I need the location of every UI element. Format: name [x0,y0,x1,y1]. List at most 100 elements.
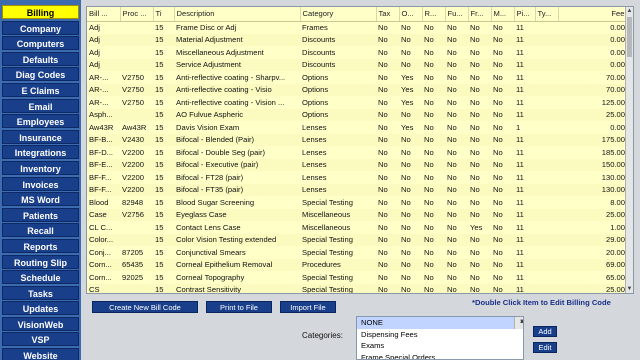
sidebar-item-updates[interactable]: Updates [2,301,79,316]
table-cell: No [399,58,422,71]
add-category-button[interactable]: Add [533,326,557,337]
table-row[interactable]: BF-F... V2200 15 Bifocal - FT35 (pair) Lense… [87,183,627,196]
column-header[interactable]: Category [300,7,377,22]
table-row[interactable]: Corn... 65435 15 Corneal Epithelium Removal… [87,258,627,271]
column-header[interactable]: Proc ... [120,7,154,22]
table-row[interactable]: AR-... V2750 15 Anti-reflective coating - V… [87,83,627,96]
table-cell [535,183,558,196]
table-row[interactable]: BF-F... V2200 15 Bifocal - FT28 (pair) Lense… [87,171,627,184]
table-row[interactable]: Adj 15 Material Adjustment Discounts No No No N… [87,33,627,46]
table-row[interactable]: Blood 82948 15 Blood Sugar Screening Special… [87,196,627,209]
table-cell: Adj [87,46,120,59]
sidebar-item-company[interactable]: Company [2,20,79,35]
table-row[interactable]: Adj 15 Service Adjustment Discounts No No No No… [87,58,627,71]
table-cell: Discounts [300,33,376,46]
table-cell: V2200 [120,146,153,159]
column-header[interactable]: O... [399,7,423,22]
sidebar-item-ms-word[interactable]: MS Word [2,192,79,207]
scroll-down-icon[interactable]: ▼ [515,317,523,329]
table-cell: AR-... [87,83,120,96]
table-cell [535,208,558,221]
table-cell: Adj [87,33,120,46]
sidebar-item-integrations[interactable]: Integrations [2,145,79,160]
scroll-thumb[interactable] [627,17,632,57]
sidebar-item-e-claims[interactable]: E Claims [2,82,79,97]
table-row[interactable]: CL C... 15 Contact Lens Case Miscellaneous N… [87,221,627,234]
table-row[interactable]: Aw43R Aw43R 15 Davis Vision Exam Lenses No Yes… [87,121,627,134]
sidebar-item-computers[interactable]: Computers [2,36,79,51]
table-cell: No [491,271,514,284]
scroll-down-icon[interactable]: ▼ [626,285,633,293]
table-row[interactable]: BF-B... V2430 15 Bifocal - Blended (Pair) Le… [87,133,627,146]
categories-list[interactable]: NONE Dispensing Fees Exams Frame Special Or… [356,316,524,360]
import-file-button[interactable]: Import File [280,301,336,313]
table-cell: 25.00 [558,208,627,221]
table-row[interactable]: Adj 15 Frame Disc or Adj Frames No No No No No No… [87,21,627,34]
sidebar-item-routing-slip[interactable]: Routing Slip [2,254,79,269]
table-row[interactable]: Conj... 87205 15 Conjunctival Smears Special… [87,246,627,259]
scroll-up-icon[interactable]: ▲ [626,7,633,15]
sidebar-item-reports[interactable]: Reports [2,238,79,253]
table-cell: No [376,58,399,71]
table-cell: No [376,108,399,121]
category-option[interactable]: NONE [357,317,523,329]
table-row[interactable]: AR-... V2750 15 Anti-reflective coating - S… [87,71,627,84]
category-option[interactable]: Frame Special Orders [357,352,523,360]
category-option[interactable]: Exams [357,340,523,352]
table-cell: Asph... [87,108,120,121]
table-cell: AR-... [87,71,120,84]
column-header[interactable]: Bill ... [87,7,121,22]
table-cell [535,233,558,246]
column-header[interactable]: M... [491,7,515,22]
sidebar-item-insurance[interactable]: Insurance [2,129,79,144]
sidebar-item-vsp[interactable]: VSP [2,332,79,347]
table-row[interactable]: Corn... 92025 15 Corneal Topography Special … [87,271,627,284]
column-header[interactable]: Pi... [514,7,536,22]
categories-scrollbar[interactable]: ▲ ▼ [514,317,523,329]
category-option[interactable]: Dispensing Fees [357,329,523,341]
column-header[interactable]: Fu... [445,7,469,22]
column-header[interactable]: Fee [558,7,628,22]
sidebar-item-recall[interactable]: Recall [2,223,79,238]
table-cell: Options [300,71,376,84]
sidebar-item-tasks[interactable]: Tasks [2,285,79,300]
table-row[interactable]: Adj 15 Miscellaneous Adjustment Discounts No… [87,46,627,59]
sidebar-item-employees[interactable]: Employees [2,114,79,129]
column-header[interactable]: Fr... [468,7,492,22]
table-cell: 11 [514,258,535,271]
sidebar-item-invoices[interactable]: Invoices [2,176,79,191]
create-bill-code-button[interactable]: Create New Bill Code [92,301,198,313]
column-header[interactable]: Ty... [535,7,559,22]
column-header[interactable]: R... [422,7,446,22]
sidebar-item-billing[interactable]: Billing [2,5,79,19]
edit-category-button[interactable]: Edit [533,342,557,353]
table-row[interactable]: BF-E... V2200 15 Bifocal - Executive (pair)… [87,158,627,171]
sidebar-item-schedule[interactable]: Schedule [2,270,79,285]
table-cell: 1.00 [558,221,627,234]
sidebar-item-diag-codes[interactable]: Diag Codes [2,67,79,82]
column-header[interactable]: Ti [153,7,175,22]
table-row[interactable]: AR-... V2750 15 Anti-reflective coating - V… [87,96,627,109]
table-cell: Special Testing [300,271,376,284]
sidebar-item-visionweb[interactable]: VisionWeb [2,316,79,331]
table-cell: Frames [300,21,376,34]
table-row[interactable]: Color... 15 Color Vision Testing extended S… [87,233,627,246]
table-cell: Contrast Sensitivity [174,283,300,293]
table-scrollbar[interactable]: ▲ ▼ [625,7,633,293]
table-cell: Anti-reflective coating - Visio [174,83,300,96]
table-cell: Lenses [300,146,376,159]
table-row[interactable]: Case V2756 15 Eyeglass Case Miscellaneous No N… [87,208,627,221]
sidebar-item-email[interactable]: Email [2,98,79,113]
column-header[interactable]: Description [174,7,301,22]
table-cell: 0.00 [558,33,627,46]
sidebar-item-defaults[interactable]: Defaults [2,51,79,66]
sidebar-item-inventory[interactable]: Inventory [2,160,79,175]
sidebar-item-patients[interactable]: Patients [2,207,79,222]
table-row[interactable]: BF-D... V2200 15 Bifocal - Double Seg (pair… [87,146,627,159]
column-header[interactable]: Tax [376,7,400,22]
table-row[interactable]: CS 15 Contrast Sensitivity Special Testing N… [87,283,627,293]
table-row[interactable]: Asph... 15 AO Fulvue Aspheric Options No No No… [87,108,627,121]
sidebar-item-website[interactable]: Website [2,348,79,360]
print-to-file-button[interactable]: Print to File [206,301,272,313]
table-cell [120,46,153,59]
